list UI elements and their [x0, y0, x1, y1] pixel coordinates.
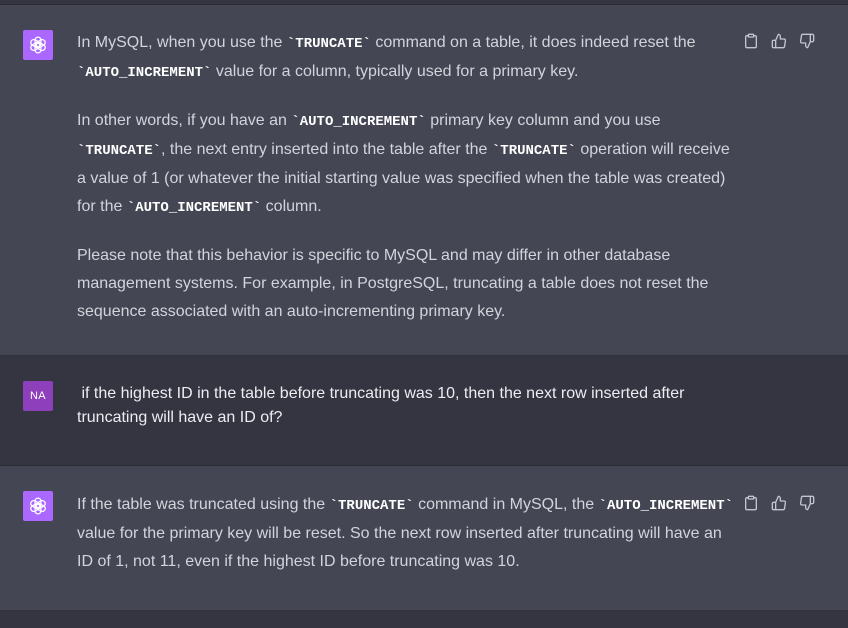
clipboard-icon — [743, 495, 759, 511]
inline-code: `AUTO_INCREMENT` — [291, 114, 426, 130]
thumbs-down-icon — [799, 33, 815, 49]
clipboard-icon — [743, 33, 759, 49]
thumbs-down-button[interactable] — [797, 31, 817, 51]
thumbs-up-icon — [771, 495, 787, 511]
text-segment: In other words, if you have an — [77, 112, 292, 129]
thumbs-up-button[interactable] — [769, 493, 789, 513]
text-segment: column. — [261, 198, 322, 215]
message-paragraph: If the table was truncated using the `TR… — [77, 491, 733, 576]
copy-button[interactable] — [741, 493, 761, 513]
text-segment: command in MySQL, the — [413, 496, 599, 513]
text-segment: value for the primary key will be reset.… — [77, 525, 722, 570]
inline-code: `TRUNCATE` — [329, 498, 414, 514]
text-segment: If the table was truncated using the — [77, 496, 330, 513]
text-segment: primary key column and you use — [425, 112, 661, 129]
copy-button[interactable] — [741, 31, 761, 51]
inline-code: `AUTO_INCREMENT` — [598, 498, 734, 514]
assistant-message: In MySQL, when you use the `TRUNCATE` co… — [0, 5, 848, 356]
text-segment: Please note that this behavior is specif… — [77, 247, 709, 320]
thumbs-up-icon — [771, 33, 787, 49]
message-content: If the table was truncated using the `TR… — [77, 491, 733, 576]
next-message-edge — [0, 611, 848, 628]
thumbs-up-button[interactable] — [769, 31, 789, 51]
inline-code: `TRUNCATE` — [491, 143, 576, 159]
user-message: NA if the highest ID in the table before… — [0, 356, 848, 466]
message-content: In MySQL, when you use the `TRUNCATE` co… — [77, 29, 733, 326]
text-segment: command on a table, it does indeed reset… — [370, 34, 696, 51]
text-segment: value for a column, typically used for a… — [211, 63, 579, 80]
assistant-message: If the table was truncated using the `TR… — [0, 466, 848, 611]
inline-code: `AUTO_INCREMENT` — [77, 65, 212, 81]
inline-code: `AUTO_INCREMENT` — [126, 200, 262, 216]
text-segment: , the next entry inserted into the table… — [161, 141, 492, 158]
inline-code: `TRUNCATE` — [286, 36, 371, 52]
assistant-avatar — [23, 491, 53, 521]
user-message-text: if the highest ID in the table before tr… — [77, 385, 689, 426]
message-actions — [741, 493, 817, 513]
openai-logo-icon — [27, 495, 49, 517]
message-paragraph: In MySQL, when you use the `TRUNCATE` co… — [77, 29, 733, 87]
thumbs-down-button[interactable] — [797, 493, 817, 513]
message-paragraph: In other words, if you have an `AUTO_INC… — [77, 107, 733, 222]
openai-logo-icon — [27, 34, 49, 56]
user-avatar: NA — [23, 381, 53, 411]
assistant-avatar — [23, 30, 53, 60]
thumbs-down-icon — [799, 495, 815, 511]
message-paragraph: Please note that this behavior is specif… — [77, 242, 733, 326]
message-actions — [741, 31, 817, 51]
text-segment: In MySQL, when you use the — [77, 34, 287, 51]
inline-code: `TRUNCATE` — [77, 143, 162, 159]
